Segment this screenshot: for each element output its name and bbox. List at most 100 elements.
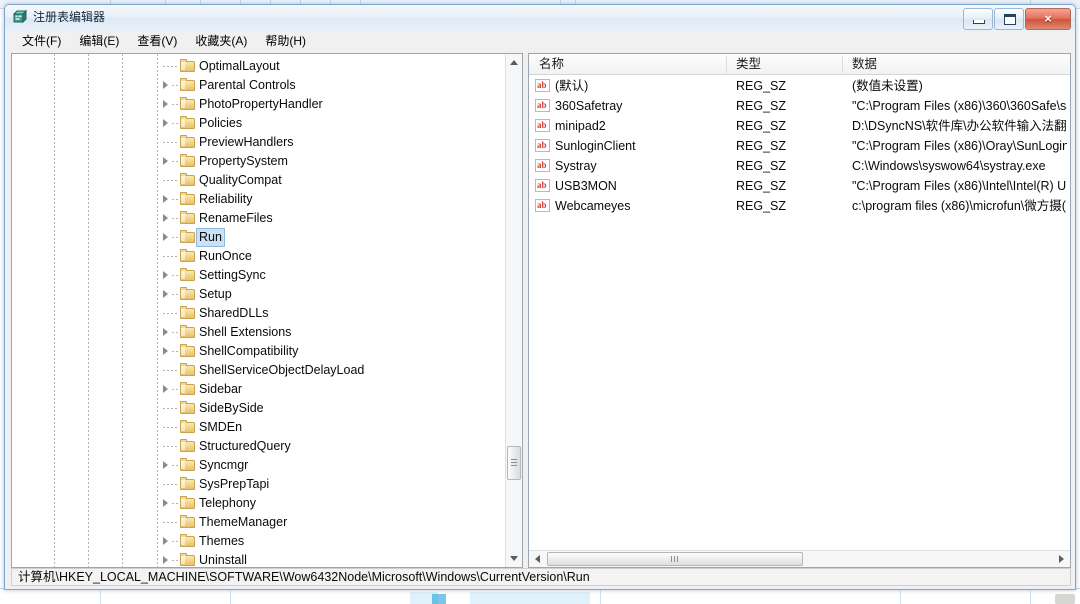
expand-arrow-icon[interactable] <box>161 214 170 223</box>
menu-help[interactable]: 帮助(H) <box>256 31 315 52</box>
tree-item[interactable]: Setup <box>12 285 506 304</box>
tree-item[interactable]: Telephony <box>12 494 506 513</box>
expand-arrow-icon[interactable] <box>161 328 170 337</box>
value-row[interactable]: ab SunloginClient REG_SZ "C:\Program Files … <box>529 136 1070 156</box>
tree-item[interactable]: SysPrepTapi <box>12 475 506 494</box>
value-row[interactable]: ab Webcameyes REG_SZ c:\program files (x86)… <box>529 196 1070 216</box>
value-row[interactable]: ab 360Safetray REG_SZ "C:\Program Files (x8… <box>529 96 1070 116</box>
tree-connector-line <box>172 541 179 542</box>
expand-arrow-icon[interactable] <box>161 347 170 356</box>
folder-icon <box>180 78 196 92</box>
tree-item[interactable]: SideBySide <box>12 399 506 418</box>
expand-arrow-icon[interactable] <box>161 119 170 128</box>
value-type: REG_SZ <box>736 139 787 153</box>
registry-values-pane[interactable]: 名称 类型 数据 ab (默认) REG_SZ (数值未设置) ab 360Safetray R… <box>528 53 1071 568</box>
expand-arrow-icon[interactable] <box>161 556 170 565</box>
value-name: minipad2 <box>555 119 606 133</box>
value-row[interactable]: ab Systray REG_SZ C:\Windows\syswow64\systr… <box>529 156 1070 176</box>
folder-icon <box>180 287 196 301</box>
minimize-button[interactable] <box>963 8 993 30</box>
folder-icon <box>180 211 196 225</box>
values-scroll-right-button[interactable] <box>1053 551 1070 567</box>
folder-icon <box>180 553 196 567</box>
close-button[interactable]: × <box>1025 8 1071 30</box>
tree-connector-line <box>163 370 179 371</box>
menu-favorites[interactable]: 收藏夹(A) <box>186 31 256 52</box>
tree-item[interactable]: Uninstall <box>12 551 506 567</box>
grip-icon <box>671 556 679 562</box>
tree-item-label: OptimalLayout <box>199 59 280 73</box>
tree-item[interactable]: SMDEn <box>12 418 506 437</box>
column-data[interactable]: 数据 <box>852 54 877 74</box>
tree-item[interactable]: Sidebar <box>12 380 506 399</box>
tree-item[interactable]: ShellServiceObjectDelayLoad <box>12 361 506 380</box>
tree-item-label: Syncmgr <box>199 458 249 472</box>
folder-icon <box>180 173 196 187</box>
value-row[interactable]: ab (默认) REG_SZ (数值未设置) <box>529 76 1070 96</box>
value-data: D:\DSyncNS\软件库\办公软件输入法翻译\ <box>852 119 1067 133</box>
tree-item[interactable]: ThemeManager <box>12 513 506 532</box>
expand-arrow-icon[interactable] <box>161 385 170 394</box>
menu-view[interactable]: 查看(V) <box>128 31 186 52</box>
column-type[interactable]: 类型 <box>736 54 761 74</box>
expand-arrow-icon[interactable] <box>161 271 170 280</box>
tree-item[interactable]: SharedDLLs <box>12 304 506 323</box>
tree-connector-line <box>172 465 179 466</box>
tree-item[interactable]: SettingSync <box>12 266 506 285</box>
tree-item[interactable]: RunOnce <box>12 247 506 266</box>
column-name[interactable]: 名称 <box>539 54 564 74</box>
value-data: "C:\Program Files (x86)\360\360Safe\sa <box>852 99 1067 113</box>
values-scrollbar-thumb[interactable] <box>547 552 803 566</box>
menu-edit[interactable]: 编辑(E) <box>70 31 128 52</box>
tree-scroll-up-button[interactable] <box>506 54 522 71</box>
maximize-icon <box>1004 14 1016 25</box>
tree-item[interactable]: OptimalLayout <box>12 57 506 76</box>
value-row[interactable]: ab USB3MON REG_SZ "C:\Program Files (x86)\I… <box>529 176 1070 196</box>
tree-item[interactable]: Policies <box>12 114 506 133</box>
tree-item[interactable]: PropertySystem <box>12 152 506 171</box>
folder-icon <box>180 382 196 396</box>
expand-arrow-icon[interactable] <box>161 195 170 204</box>
expand-arrow-icon[interactable] <box>161 100 170 109</box>
tree-connector-line <box>172 275 179 276</box>
title-bar[interactable]: 注册表编辑器 × <box>5 5 1075 32</box>
menu-file[interactable]: 文件(F) <box>13 31 70 52</box>
tree-item[interactable]: RenameFiles <box>12 209 506 228</box>
column-divider[interactable] <box>842 56 843 73</box>
tree-connector-line <box>163 484 179 485</box>
tree-item[interactable]: PreviewHandlers <box>12 133 506 152</box>
tree-item[interactable]: Parental Controls <box>12 76 506 95</box>
tree-item[interactable]: QualityCompat <box>12 171 506 190</box>
expand-arrow-icon[interactable] <box>161 499 170 508</box>
string-value-icon: ab <box>535 79 550 92</box>
tree-item[interactable]: ShellCompatibility <box>12 342 506 361</box>
tree-scrollbar-thumb[interactable] <box>507 446 521 480</box>
tree-item-label: QualityCompat <box>199 173 282 187</box>
tree-connector-line <box>163 256 179 257</box>
tree-item-selected[interactable]: Run <box>12 228 506 247</box>
tree-item[interactable]: PhotoPropertyHandler <box>12 95 506 114</box>
column-divider[interactable] <box>726 56 727 73</box>
values-scroll-left-button[interactable] <box>529 551 546 567</box>
tree-item[interactable]: Reliability <box>12 190 506 209</box>
tree-item[interactable]: Themes <box>12 532 506 551</box>
value-row[interactable]: ab minipad2 REG_SZ D:\DSyncNS\软件库\办公软件输入法翻译… <box>529 116 1070 136</box>
expand-arrow-icon[interactable] <box>161 537 170 546</box>
registry-tree-pane[interactable]: OptimalLayout Parental Controls PhotoPrope… <box>11 53 523 568</box>
tree-item[interactable]: Shell Extensions <box>12 323 506 342</box>
expand-arrow-icon[interactable] <box>161 81 170 90</box>
tree-connector-line <box>163 446 179 447</box>
tree-scroll-down-button[interactable] <box>506 550 522 567</box>
tree-item-label: SysPrepTapi <box>199 477 270 491</box>
tree-item-label: ShellCompatibility <box>199 344 299 358</box>
expand-arrow-icon[interactable] <box>161 233 170 242</box>
maximize-button[interactable] <box>994 8 1024 30</box>
menu-bar: 文件(F) 编辑(E) 查看(V) 收藏夹(A) 帮助(H) <box>5 31 1075 52</box>
tree-item[interactable]: StructuredQuery <box>12 437 506 456</box>
tree-item[interactable]: Syncmgr <box>12 456 506 475</box>
expand-arrow-icon[interactable] <box>161 290 170 299</box>
values-horizontal-scrollbar[interactable] <box>529 550 1070 567</box>
tree-vertical-scrollbar[interactable] <box>505 54 522 567</box>
expand-arrow-icon[interactable] <box>161 461 170 470</box>
expand-arrow-icon[interactable] <box>161 157 170 166</box>
